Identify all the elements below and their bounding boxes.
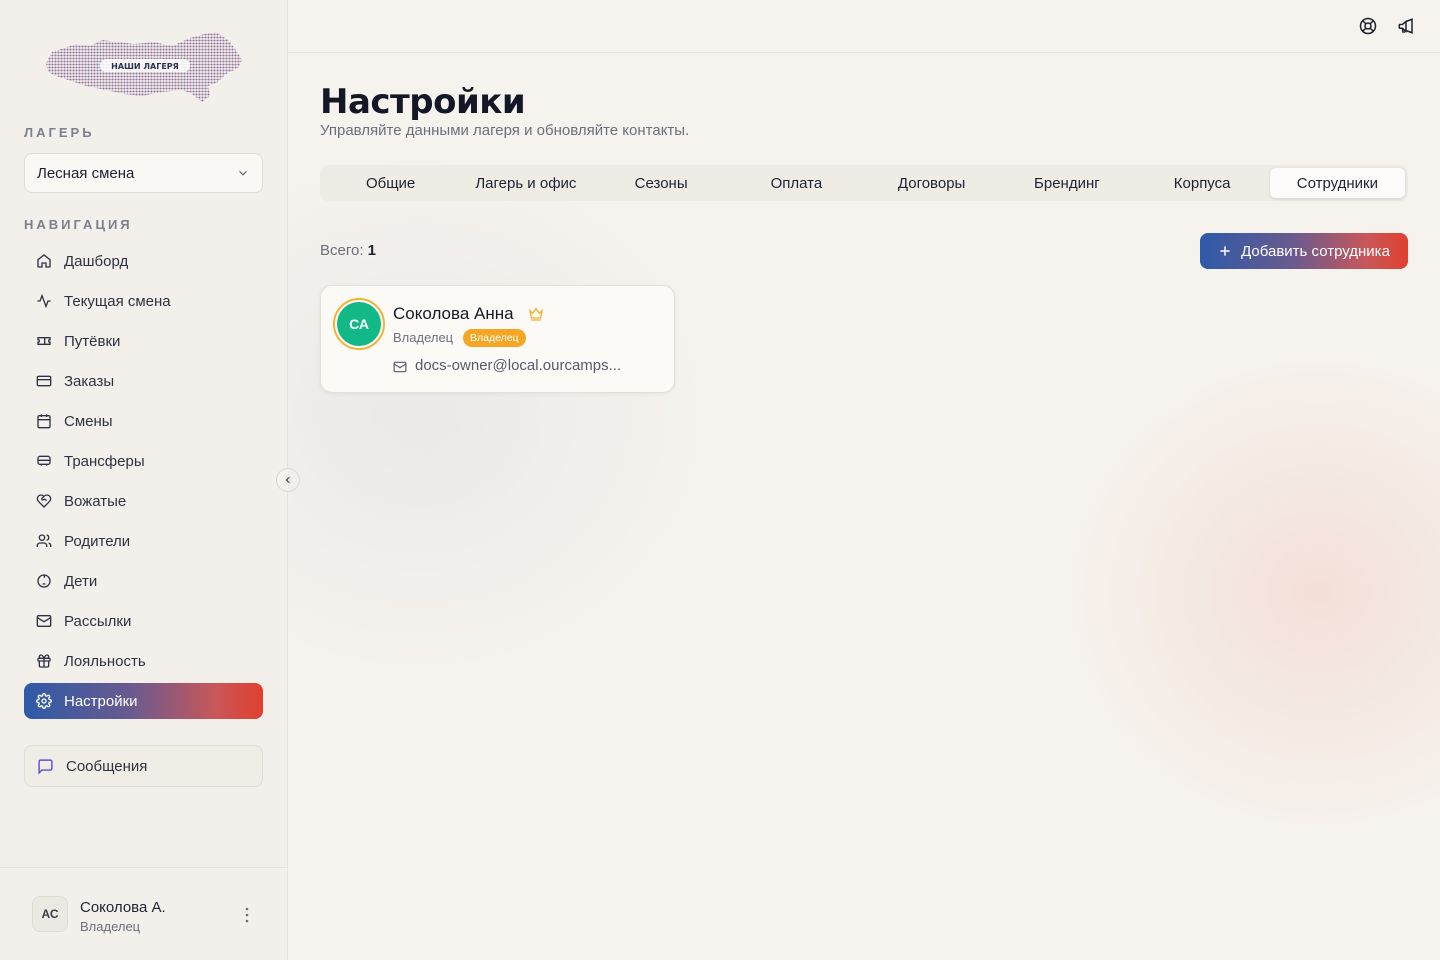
- avatar: СА: [333, 298, 385, 350]
- total-count: Всего: 1: [320, 242, 376, 259]
- nav-section-label: НАВИГАЦИЯ: [24, 217, 133, 232]
- message-square-icon: [38, 758, 53, 775]
- tab-contracts[interactable]: Договоры: [864, 168, 999, 198]
- sidebar-item-label: Путёвки: [64, 332, 121, 350]
- sidebar-item-loyalty[interactable]: Лояльность: [24, 643, 263, 679]
- mail-icon: [36, 615, 52, 627]
- tab-staff[interactable]: Сотрудники: [1269, 168, 1405, 198]
- sidebar-nav: Дашборд Текущая смена Путёвки Заказы Сме…: [24, 243, 263, 723]
- sidebar-item-orders[interactable]: Заказы: [24, 363, 263, 399]
- sidebar-item-vouchers[interactable]: Путёвки: [24, 323, 263, 359]
- sidebar-item-shifts[interactable]: Смены: [24, 403, 263, 439]
- sidebar-item-children[interactable]: Дети: [24, 563, 263, 599]
- sidebar-item-counselors[interactable]: Вожатые: [24, 483, 263, 519]
- add-staff-label: Добавить сотрудника: [1241, 242, 1390, 260]
- page-subtitle: Управляйте данными лагеря и обновляйте к…: [320, 122, 690, 139]
- status-badge: Владелец: [463, 329, 526, 347]
- messages-label: Сообщения: [66, 757, 148, 775]
- sidebar-item-label: Смены: [64, 412, 113, 430]
- tab-branding[interactable]: Брендинг: [999, 168, 1134, 198]
- sidebar-item-label: Текущая смена: [64, 292, 171, 310]
- crown-icon: [528, 307, 544, 321]
- user-name: Соколова А.: [80, 899, 166, 916]
- users-icon: [36, 534, 52, 547]
- logo-russia-map: НАШИ ЛАГЕРЯ: [46, 32, 242, 102]
- camp-section-label: ЛАГЕРЬ: [24, 125, 95, 140]
- topbar: [288, 0, 1440, 53]
- settings-icon: [36, 693, 52, 709]
- user-role: Владелец: [80, 919, 141, 934]
- ticket-icon: [37, 337, 51, 345]
- bus-icon: [37, 455, 51, 466]
- more-vertical-icon[interactable]: [240, 906, 254, 924]
- tab-buildings[interactable]: Корпуса: [1135, 168, 1270, 198]
- sidebar-item-transfers[interactable]: Трансферы: [24, 443, 263, 479]
- megaphone-icon[interactable]: [1397, 17, 1415, 35]
- tab-camp-office[interactable]: Лагерь и офис: [458, 168, 593, 198]
- staff-role: Владелец: [393, 330, 454, 345]
- mail-icon: [393, 361, 407, 373]
- page-title: Настройки: [320, 82, 526, 122]
- sidebar-item-label: Вожатые: [64, 492, 127, 510]
- activity-icon: [37, 293, 51, 309]
- plus-icon: [1220, 246, 1230, 256]
- sidebar-item-parents[interactable]: Родители: [24, 523, 263, 559]
- sidebar-item-label: Родители: [64, 532, 131, 550]
- staff-card[interactable]: СА Соколова Анна Владелец Владелец docs-…: [320, 285, 675, 393]
- tab-general[interactable]: Общие: [323, 168, 458, 198]
- gift-icon: [37, 654, 51, 668]
- tab-seasons[interactable]: Сезоны: [594, 168, 729, 198]
- camp-select[interactable]: Лесная смена: [24, 153, 263, 193]
- calendar-icon: [37, 414, 51, 429]
- tab-payment[interactable]: Оплата: [729, 168, 864, 198]
- messages-button[interactable]: Сообщения: [24, 745, 263, 787]
- sidebar-item-label: Заказы: [64, 372, 115, 390]
- staff-email[interactable]: docs-owner@local.ourcamps...: [415, 357, 631, 374]
- sidebar-item-label: Настройки: [64, 692, 138, 710]
- sidebar-item-mailings[interactable]: Рассылки: [24, 603, 263, 639]
- user-profile: АС Соколова А. Владелец: [0, 867, 288, 960]
- staff-name: Соколова Анна: [393, 304, 514, 323]
- total-value: 1: [367, 242, 377, 259]
- sidebar-item-current-shift[interactable]: Текущая смена: [24, 283, 263, 319]
- sidebar-item-dashboard[interactable]: Дашборд: [24, 243, 263, 279]
- baby-icon: [37, 574, 51, 588]
- add-staff-button[interactable]: Добавить сотрудника: [1200, 233, 1408, 269]
- avatar[interactable]: АС: [32, 896, 68, 932]
- camp-select-value: Лесная смена: [37, 164, 135, 182]
- sidebar-item-label: Лояльность: [64, 652, 146, 670]
- sidebar-item-label: Дети: [64, 572, 98, 590]
- sidebar-item-settings[interactable]: Настройки: [24, 683, 263, 719]
- sidebar-item-label: Трансферы: [64, 452, 145, 470]
- sidebar-item-label: Дашборд: [64, 252, 129, 270]
- total-label: Всего:: [320, 242, 364, 259]
- home-icon: [37, 254, 51, 268]
- heart-handshake-icon: [36, 494, 52, 508]
- sidebar-item-label: Рассылки: [64, 612, 132, 630]
- help-lifebuoy-icon[interactable]: [1359, 17, 1377, 35]
- chevron-down-icon: [239, 170, 247, 176]
- svg-text:НАШИ ЛАГЕРЯ: НАШИ ЛАГЕРЯ: [111, 62, 179, 71]
- avatar-initials: СА: [337, 302, 381, 346]
- settings-tabs: Общие Лагерь и офис Сезоны Оплата Догово…: [320, 165, 1408, 201]
- sidebar: НАШИ ЛАГЕРЯ ЛАГЕРЬ Лесная смена НАВИГАЦИ…: [0, 0, 288, 960]
- credit-card-icon: [36, 375, 52, 387]
